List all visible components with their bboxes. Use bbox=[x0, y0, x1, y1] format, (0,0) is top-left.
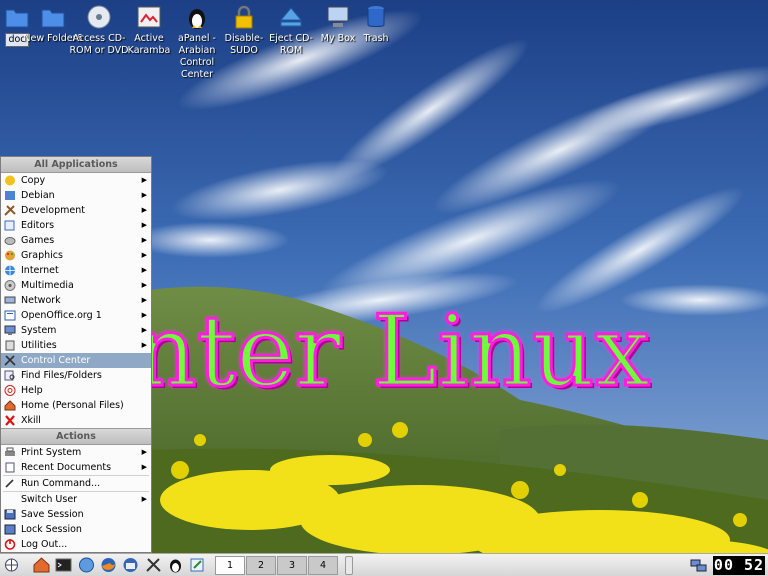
menu-item-log-out[interactable]: Log Out... bbox=[1, 537, 151, 552]
desktop-pager-3[interactable]: 3 bbox=[277, 556, 307, 575]
submenu-arrow-icon: ▶ bbox=[141, 326, 147, 334]
thunderbird-icon[interactable] bbox=[122, 557, 139, 573]
application-menu: All Applications Copy ▶ Debian ▶ Developme… bbox=[0, 156, 152, 553]
submenu-arrow-icon: ▶ bbox=[141, 191, 147, 199]
copy-icon bbox=[5, 175, 15, 186]
home-icon bbox=[4, 400, 16, 411]
development-icon bbox=[4, 205, 16, 216]
submenu-arrow-icon: ▶ bbox=[141, 311, 147, 319]
save-icon bbox=[4, 509, 16, 520]
menu-item-find-files[interactable]: Find Files/Folders bbox=[1, 368, 151, 383]
menu-item-copy[interactable]: Copy ▶ bbox=[1, 173, 151, 188]
menu-item-debian[interactable]: Debian ▶ bbox=[1, 188, 151, 203]
network-icon bbox=[4, 296, 16, 304]
help-icon bbox=[4, 385, 16, 396]
menu-item-graphics[interactable]: Graphics ▶ bbox=[1, 248, 151, 263]
xkill-icon bbox=[5, 415, 15, 426]
folder-icon bbox=[41, 9, 65, 28]
debian-icon bbox=[5, 191, 15, 200]
menu-item-internet[interactable]: Internet ▶ bbox=[1, 263, 151, 278]
menu-item-lock-session[interactable]: Lock Session bbox=[1, 522, 151, 537]
openoffice-icon bbox=[4, 310, 16, 321]
menu-header-actions: Actions bbox=[1, 428, 151, 445]
menu-item-utilities[interactable]: Utilities ▶ bbox=[1, 338, 151, 353]
tux-icon bbox=[189, 9, 205, 29]
eject-cdrom-icon bbox=[279, 7, 303, 27]
editor-icon[interactable] bbox=[189, 557, 206, 573]
menu-item-recent-documents[interactable]: Recent Documents ▶ bbox=[1, 460, 151, 475]
firefox-icon[interactable] bbox=[100, 557, 117, 573]
submenu-arrow-icon: ▶ bbox=[141, 495, 147, 503]
submenu-arrow-icon: ▶ bbox=[141, 221, 147, 229]
log-out-icon bbox=[4, 539, 16, 550]
menu-item-help[interactable]: Help bbox=[1, 383, 151, 398]
printer-icon bbox=[5, 447, 15, 456]
submenu-arrow-icon: ▶ bbox=[141, 463, 147, 471]
menu-item-development[interactable]: Development ▶ bbox=[1, 203, 151, 218]
submenu-arrow-icon: ▶ bbox=[141, 176, 147, 184]
menu-item-xkill[interactable]: Xkill bbox=[1, 413, 151, 428]
menu-item-system[interactable]: System ▶ bbox=[1, 323, 151, 338]
menu-item-home[interactable]: Home (Personal Files) bbox=[1, 398, 151, 413]
graphics-icon bbox=[5, 250, 15, 261]
menu-item-editors[interactable]: Editors ▶ bbox=[1, 218, 151, 233]
clock[interactable]: 00 52 bbox=[713, 556, 765, 575]
internet-icon bbox=[5, 265, 15, 276]
menu-item-save-session[interactable]: Save Session bbox=[1, 507, 151, 522]
menu-item-switch-user[interactable]: Switch User ▶ bbox=[1, 492, 151, 507]
menu-item-openoffice[interactable]: OpenOffice.org 1 ▶ bbox=[1, 308, 151, 323]
desktop-icon-trash[interactable]: Trash bbox=[346, 4, 406, 45]
desktop-pager-1[interactable]: 1 bbox=[215, 556, 245, 575]
submenu-arrow-icon: ▶ bbox=[141, 448, 147, 456]
menu-item-print-system[interactable]: Print System ▶ bbox=[1, 445, 151, 460]
menu-header-all-applications: All Applications bbox=[1, 157, 151, 173]
desktop-pager-2[interactable]: 2 bbox=[246, 556, 276, 575]
tools-icon[interactable] bbox=[145, 557, 162, 573]
recent-documents-icon bbox=[5, 462, 15, 473]
menu-item-network[interactable]: Network ▶ bbox=[1, 293, 151, 308]
editors-icon bbox=[4, 220, 15, 231]
menu-item-multimedia[interactable]: Multimedia ▶ bbox=[1, 278, 151, 293]
desktop-pager-4[interactable]: 4 bbox=[308, 556, 338, 575]
lock-icon bbox=[4, 524, 16, 535]
menu-item-run-command[interactable]: Run Command... bbox=[1, 476, 151, 491]
trash-icon bbox=[367, 6, 385, 27]
kmenu-icon[interactable] bbox=[3, 557, 20, 573]
games-icon bbox=[4, 237, 16, 245]
home-icon[interactable] bbox=[33, 557, 50, 573]
taskbar: 1 2 3 4 00 52 bbox=[0, 553, 768, 576]
multimedia-icon bbox=[4, 280, 16, 291]
karamba-icon bbox=[137, 6, 161, 28]
taskbar-handle[interactable] bbox=[345, 556, 353, 575]
submenu-arrow-icon: ▶ bbox=[141, 296, 147, 304]
utilities-icon bbox=[5, 340, 15, 351]
find-files-icon bbox=[4, 370, 15, 381]
cdrom-icon bbox=[87, 5, 111, 29]
menu-item-games[interactable]: Games ▶ bbox=[1, 233, 151, 248]
inter-linux-banner: Inter Linux bbox=[94, 294, 652, 411]
menu-item-control-center[interactable]: Control Center bbox=[1, 353, 151, 368]
submenu-arrow-icon: ▶ bbox=[141, 251, 147, 259]
control-center-icon bbox=[4, 355, 16, 366]
submenu-arrow-icon: ▶ bbox=[141, 266, 147, 274]
tux-icon[interactable] bbox=[167, 557, 184, 573]
submenu-arrow-icon: ▶ bbox=[141, 206, 147, 214]
submenu-arrow-icon: ▶ bbox=[141, 281, 147, 289]
submenu-arrow-icon: ▶ bbox=[141, 236, 147, 244]
submenu-arrow-icon: ▶ bbox=[141, 341, 147, 349]
konqueror-icon[interactable] bbox=[78, 557, 95, 573]
run-command-icon bbox=[5, 479, 14, 488]
lock-icon bbox=[235, 5, 253, 29]
system-icon bbox=[4, 325, 16, 335]
terminal-icon[interactable] bbox=[55, 557, 72, 573]
network-tray-icon[interactable] bbox=[690, 557, 707, 573]
